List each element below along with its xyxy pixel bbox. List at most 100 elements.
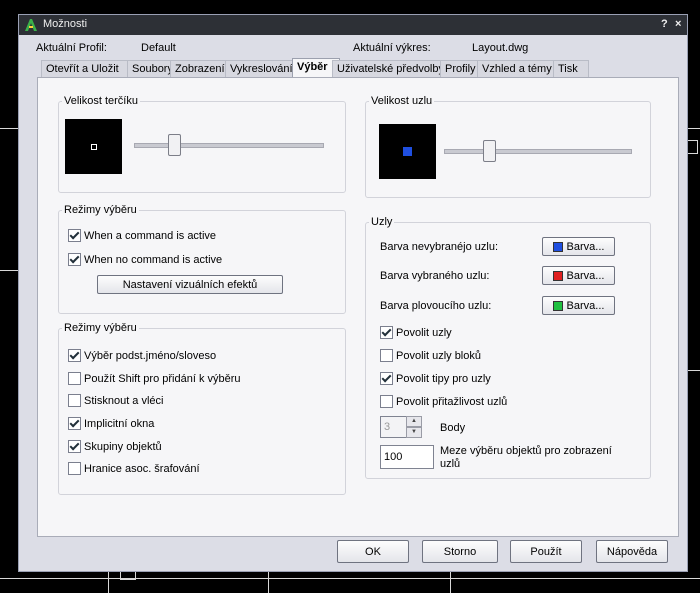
pickbox-marker [91,144,97,150]
checkbox-label: Povolit přitažlivost uzlů [396,395,508,408]
checkbox-label: When no command is active [84,253,223,266]
grip-limit-input[interactable] [380,445,434,469]
checkbox-box[interactable] [380,395,393,408]
color-button-label: Barva... [566,240,605,253]
selection-tab-panel: Velikost terčíku Velikost uzlu Režimy vý… [37,77,679,537]
tab-plotting[interactable]: Vykreslování [225,60,301,77]
visual-effects-button[interactable]: Nastavení vizuálních efektů [97,275,283,294]
pickbox-size-title: Velikost terčíku [62,95,140,107]
cad-line [268,570,269,593]
spin-up-arrow-icon[interactable]: ▲ [406,416,422,427]
checkbox-label: Výběr podst.jméno/sloveso [84,349,217,362]
checkbox-box[interactable] [68,462,81,475]
cad-line [0,270,18,271]
hover-grip-color-button[interactable]: Barva... [542,296,615,315]
checkbox-box[interactable] [380,349,393,362]
cad-line [686,370,700,371]
grip-size-title: Velikost uzlu [369,95,435,107]
grips-group: Uzly Barva nevybranéjo uzlu: Barva... Ba… [365,216,651,479]
checkbox-label: Hranice asoc. šrafování [84,462,200,475]
checkbox-box[interactable] [68,394,81,407]
grip-slider-track[interactable] [444,149,632,154]
checkbox-box[interactable] [380,372,393,385]
press-drag-checkbox[interactable]: Stisknout a vléci [68,394,163,407]
enable-grips-checkbox[interactable]: Povolit uzly [380,326,452,339]
current-profile-label: Aktuální Profil: [36,42,107,54]
checkbox-box[interactable] [68,229,81,242]
color-button-label: Barva... [566,299,605,312]
app-logo-icon [25,19,37,31]
spin-down-arrow-icon[interactable]: ▼ [406,427,422,438]
grips-title: Uzly [369,216,395,228]
checkbox-label: Použít Shift pro přidání k výběru [84,372,241,385]
cad-line [0,128,18,129]
cancel-button[interactable]: Storno [422,540,498,563]
checkbox-box[interactable] [68,253,81,266]
grip-size-group: Velikost uzlu [365,95,651,198]
pickbox-slider-thumb[interactable] [167,134,181,156]
enable-block-grips-checkbox[interactable]: Povolit uzly bloků [380,349,481,362]
checkbox-box[interactable] [68,349,81,362]
apply-button[interactable]: Použít [510,540,582,563]
selected-grip-color-button[interactable]: Barva... [542,266,615,285]
cad-line [0,578,700,579]
color-swatch [552,241,563,252]
when-command-active-checkbox[interactable]: When a command is active [68,229,216,242]
color-button-label: Barva... [566,269,605,282]
pickbox-size-group: Velikost terčíku [58,95,346,193]
unselected-grip-color-label: Barva nevybranéjo uzlu: [380,241,499,253]
implied-windowing-checkbox[interactable]: Implicitní okna [68,417,154,430]
when-no-command-checkbox[interactable]: When no command is active [68,253,222,266]
current-drawing-label: Aktuální výkres: [353,42,431,54]
window-title: Možnosti [43,18,88,30]
close-button[interactable]: × [675,18,681,30]
checkbox-label: Povolit uzly bloků [396,349,481,362]
shift-add-checkbox[interactable]: Použít Shift pro přidání k výběru [68,372,241,385]
selection-modes-title-1: Režimy výběru [62,204,139,216]
pickbox-slider-track[interactable] [134,143,324,148]
grip-preview [379,124,436,179]
tab-appearance[interactable]: Vzhled a témy [477,60,562,77]
grip-marker [403,147,412,156]
enable-grip-snap-checkbox[interactable]: Povolit přitažlivost uzlů [380,395,507,408]
help-title-button[interactable]: ? [661,18,668,30]
help-button[interactable]: Nápověda [596,540,668,563]
tab-open-save[interactable]: Otevřít a Uložit [41,60,136,77]
title-bar: Možnosti ? × [19,15,687,35]
checkbox-box[interactable] [68,417,81,430]
checkbox-label: Stisknout a vléci [84,394,164,407]
selection-modes-group-1: Režimy výběru When a command is active W… [58,204,346,314]
checkbox-label: Povolit tipy pro uzly [396,372,491,385]
checkbox-box[interactable] [68,372,81,385]
grip-limit-label: Meze výběru objektů pro zobrazení uzlů [440,445,612,470]
grip-slider-thumb[interactable] [482,140,496,162]
hover-grip-color-label: Barva plovoucího uzlu: [380,300,492,312]
color-swatch [552,300,563,311]
tab-user-preferences[interactable]: Uživatelské předvolby [332,60,449,77]
unselected-grip-color-button[interactable]: Barva... [542,237,615,256]
checkbox-label: Povolit uzly [396,326,452,339]
tab-print[interactable]: Tisk [553,60,589,77]
checkbox-box[interactable] [68,440,81,453]
ok-button[interactable]: OK [337,540,409,563]
selection-modes-title-2: Režimy výběru [62,322,139,334]
current-profile-value: Default [141,42,176,54]
checkbox-label: When a command is active [84,229,217,242]
selected-grip-color-label: Barva vybraného uzlu: [380,270,490,282]
enable-grip-tips-checkbox[interactable]: Povolit tipy pro uzly [380,372,491,385]
associative-hatch-checkbox[interactable]: Hranice asoc. šrafování [68,462,200,475]
cad-line [450,570,451,593]
noun-verb-selection-checkbox[interactable]: Výběr podst.jméno/sloveso [68,349,216,362]
checkbox-label: Skupiny objektů [84,440,162,453]
pickbox-preview [65,119,122,174]
points-label: Body [440,422,466,434]
selection-modes-group-2: Režimy výběru Výběr podst.jméno/sloveso … [58,322,346,495]
cad-line [686,128,700,129]
object-grouping-checkbox[interactable]: Skupiny objektů [68,440,162,453]
cad-line [108,570,109,593]
options-dialog: Možnosti ? × Aktuální Profil: Default Ak… [18,14,688,572]
checkbox-label: Implicitní okna [84,417,155,430]
color-swatch [552,270,563,281]
current-drawing-value: Layout.dwg [472,42,529,54]
checkbox-box[interactable] [380,326,393,339]
